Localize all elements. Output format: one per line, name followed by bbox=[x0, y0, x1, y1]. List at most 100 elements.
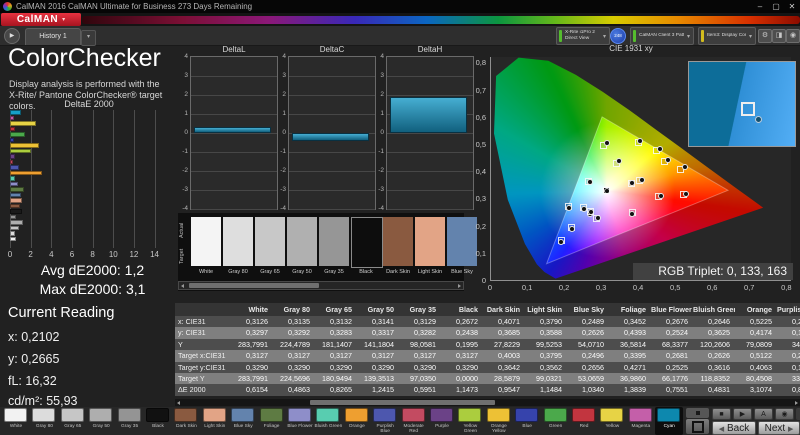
inset-measured-dot bbox=[755, 116, 762, 123]
de2000-bar-blue-sky bbox=[10, 192, 21, 197]
grid-line bbox=[387, 171, 473, 172]
grid-line bbox=[71, 110, 73, 248]
table-scrollbar[interactable] bbox=[175, 399, 800, 406]
patch-label: Gray 35 bbox=[121, 424, 139, 429]
table-row-label: y: CIE31 bbox=[178, 328, 206, 338]
next-button[interactable]: Next ▶ bbox=[758, 421, 800, 435]
table-row: Y 283,7991 224,4789 181,1407 141,1804 98,0581… bbox=[175, 338, 800, 351]
calman-menu-button[interactable]: CalMAN ▾ bbox=[1, 13, 81, 26]
grid-line bbox=[30, 110, 32, 248]
patch-button-bluish-green[interactable]: Bluish Green bbox=[314, 407, 342, 435]
table-row: y: CIE31 0,3297 0,3292 0,3283 0,3317 0,3282 0,… bbox=[175, 327, 800, 339]
axis-tick-label: -1 bbox=[182, 148, 188, 155]
table-cell: 180,9494 bbox=[322, 373, 352, 383]
patch-button-gray-50[interactable]: Gray 50 bbox=[87, 407, 115, 435]
display-status-indicator bbox=[701, 30, 704, 42]
minimize-button[interactable]: – bbox=[752, 0, 768, 13]
de2000-bar-gray-65 bbox=[10, 225, 19, 230]
patch-button-moderate-red[interactable]: Moderate Red bbox=[400, 407, 428, 435]
table-header-cell: Purplish Blue bbox=[777, 305, 800, 314]
close-button[interactable]: ✕ bbox=[784, 0, 800, 13]
pattern-window-button[interactable] bbox=[686, 419, 709, 434]
strip-patch-label: Gray 35 bbox=[324, 269, 344, 275]
scroll-right-arrow-icon[interactable] bbox=[795, 401, 798, 405]
patch-button-dark-skin[interactable]: Dark Skin bbox=[172, 407, 200, 435]
scroll-left-arrow-icon[interactable] bbox=[177, 401, 180, 405]
help-icon[interactable]: ◉ bbox=[786, 29, 800, 43]
chevron-down-icon: ▾ bbox=[602, 33, 606, 40]
patch-label: Gray 80 bbox=[35, 424, 53, 429]
axis-tick-label: 14 bbox=[150, 250, 160, 259]
patch-button-blue-sky[interactable]: Blue Sky bbox=[229, 407, 257, 435]
stop-button[interactable]: ■ bbox=[712, 408, 731, 420]
tab-history[interactable]: History 1 bbox=[25, 28, 81, 45]
de2000-bar-blue bbox=[10, 137, 14, 142]
back-button[interactable]: ◀ Back bbox=[712, 421, 756, 435]
patch-button-purple[interactable]: Purple bbox=[428, 407, 456, 435]
table-cell: 33,357 bbox=[792, 373, 800, 383]
patch-button-red[interactable]: Red bbox=[570, 407, 598, 435]
patch-swatch bbox=[543, 408, 567, 422]
axis-tick-label: -3 bbox=[378, 186, 384, 193]
strip-patch-label: White bbox=[198, 269, 214, 275]
grid-line bbox=[387, 209, 473, 210]
cie-measured-purplish-blue bbox=[568, 225, 575, 232]
de2000-bar-foliage bbox=[10, 187, 25, 192]
pattern-mini-button[interactable] bbox=[686, 408, 709, 418]
display-control-dropdown[interactable]: Item3: Display Control ▾ bbox=[698, 27, 756, 45]
patch-button-orange[interactable]: Orange bbox=[343, 407, 371, 435]
patch-button-foliage[interactable]: Foliage bbox=[258, 407, 286, 435]
patch-button-yellow-green[interactable]: Yellow Green bbox=[456, 407, 484, 435]
patch-label: White bbox=[9, 424, 23, 429]
meter-sync-badge[interactable]: 248 bbox=[610, 28, 626, 44]
extra-button[interactable] bbox=[796, 408, 800, 420]
patch-button-gray-35[interactable]: Gray 35 bbox=[116, 407, 144, 435]
table-cell: 0,3132 bbox=[330, 317, 352, 326]
table-cell: 3,1074 bbox=[750, 385, 772, 395]
calman-window: CalMAN 2016 CalMAN Ultimate for Business… bbox=[0, 0, 800, 435]
table-cell: 0,3141 bbox=[372, 317, 394, 326]
patch-button-white[interactable]: White bbox=[2, 407, 30, 435]
patch-button-blue-flower[interactable]: Blue Flower bbox=[286, 407, 314, 435]
auto-advance-button[interactable]: A bbox=[754, 408, 773, 420]
table-cell: 53,0659 bbox=[578, 373, 604, 383]
de2000-bar-chart bbox=[10, 110, 168, 248]
scroll-right-arrow-icon[interactable] bbox=[458, 284, 461, 288]
patch-button-orange-yellow[interactable]: Orange Yellow bbox=[485, 407, 513, 435]
patch-swatch bbox=[259, 408, 283, 422]
patch-button-purplish-blue[interactable]: Purplish Blue bbox=[371, 407, 399, 435]
patch-button-gray-80[interactable]: Gray 80 bbox=[30, 407, 58, 435]
meter-read-button[interactable]: ◉ bbox=[775, 408, 794, 420]
axis-tick-label: -1 bbox=[280, 148, 286, 155]
axis-tick-label: 0 bbox=[380, 129, 384, 136]
table-cell: 0,3127 bbox=[414, 351, 436, 361]
de2000-bar-yellow-green bbox=[10, 148, 32, 153]
scrollbar-thumb[interactable] bbox=[189, 283, 319, 288]
settings-gear-icon[interactable]: ⚙ bbox=[758, 29, 772, 43]
meter-dropdown[interactable]: X-Rite i1Pro 2 Direct View ▾ bbox=[556, 27, 610, 45]
slide-play-button[interactable]: ▶ bbox=[4, 28, 20, 44]
patch-button-green[interactable]: Green bbox=[542, 407, 570, 435]
table-cell: 139,3513 bbox=[364, 373, 394, 383]
patch-button-yellow[interactable]: Yellow bbox=[598, 407, 626, 435]
patch-button-light-skin[interactable]: Light Skin bbox=[201, 407, 229, 435]
patch-button-magenta[interactable]: Magenta bbox=[627, 407, 655, 435]
strip-scrollbar[interactable] bbox=[178, 281, 464, 290]
table-cell: 0,3625 bbox=[708, 328, 730, 338]
scroll-left-arrow-icon[interactable] bbox=[181, 284, 184, 288]
table-row-label: ΔE 2000 bbox=[178, 385, 206, 395]
patch-button-black[interactable]: Black bbox=[144, 407, 172, 435]
maximize-button[interactable]: ▢ bbox=[768, 0, 784, 13]
scrollbar-thumb[interactable] bbox=[310, 400, 495, 405]
spectrum-gradient bbox=[82, 16, 800, 24]
patch-button-gray-65[interactable]: Gray 65 bbox=[59, 407, 87, 435]
axis-tick-label: 4 bbox=[49, 250, 54, 259]
play-button[interactable]: ▶ bbox=[733, 408, 752, 420]
axis-tick-label: 0,3 bbox=[595, 283, 607, 292]
layout-icon[interactable]: ◨ bbox=[772, 29, 786, 43]
source-dropdown[interactable]: CalMAN Client 3 Patterns Generator ▾ bbox=[630, 27, 694, 45]
patch-button-cyan[interactable]: Cyan bbox=[655, 407, 684, 435]
grid-line bbox=[191, 171, 277, 172]
axis-tick-label: -3 bbox=[280, 186, 286, 193]
patch-button-blue[interactable]: Blue bbox=[513, 407, 541, 435]
